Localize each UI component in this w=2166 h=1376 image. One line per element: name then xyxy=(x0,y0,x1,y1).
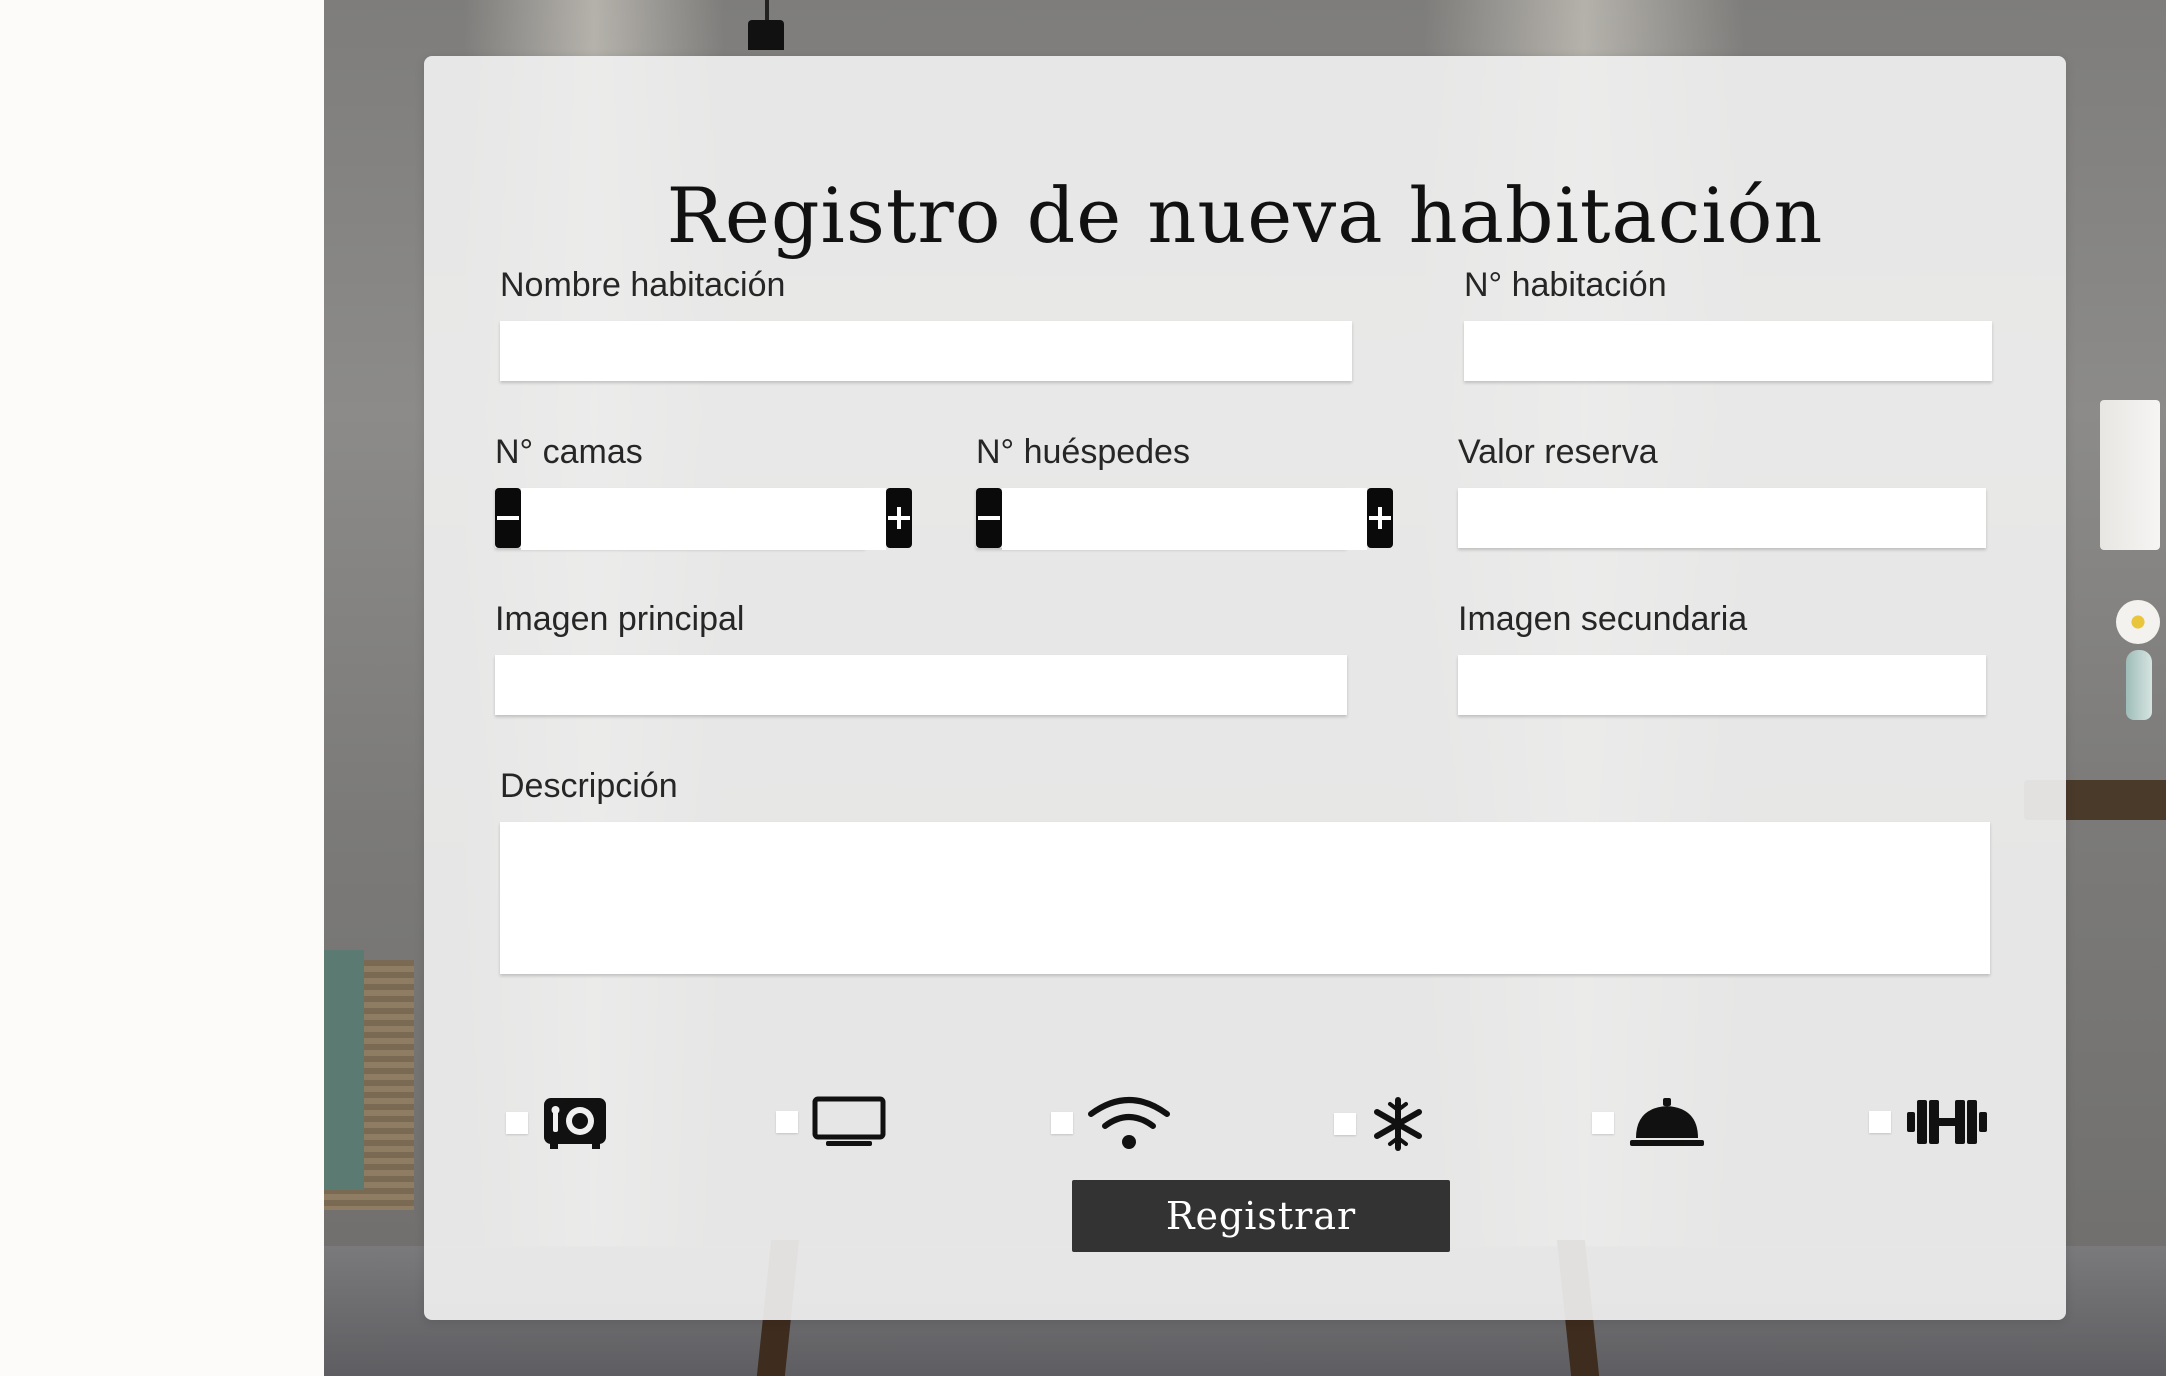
plus-icon xyxy=(1369,507,1391,529)
dumbbell-icon xyxy=(1907,1100,1987,1144)
register-button[interactable]: Registrar xyxy=(1072,1180,1450,1252)
beds-stepper xyxy=(495,488,912,550)
tv-icon xyxy=(812,1096,886,1146)
room-number-input[interactable] xyxy=(1464,321,1992,381)
beds-increment-button[interactable] xyxy=(886,488,912,548)
secondary-image-input[interactable] xyxy=(1458,655,1986,715)
amenity-gym-checkbox[interactable] xyxy=(1869,1111,1891,1133)
main-image-input[interactable] xyxy=(495,655,1347,715)
amenity-safe-checkbox[interactable] xyxy=(506,1112,528,1134)
amenity-room-service xyxy=(1592,1096,1706,1150)
amenity-tv xyxy=(776,1096,886,1148)
service-bell-icon xyxy=(1630,1098,1704,1146)
price-input[interactable] xyxy=(1458,488,1986,548)
amenity-air-conditioning xyxy=(1334,1096,1426,1152)
form-title: Registro de nueva habitación xyxy=(666,171,1824,260)
amenity-room-service-checkbox[interactable] xyxy=(1592,1112,1614,1134)
minus-icon xyxy=(978,516,1000,520)
room-registration-form: Registro de nueva habitación Nombre habi… xyxy=(424,56,2066,1320)
guests-stepper xyxy=(976,488,1393,550)
lamp-fixture xyxy=(748,20,784,50)
wifi-icon xyxy=(1088,1097,1170,1149)
snowflake-icon xyxy=(1374,1097,1422,1151)
room-name-label: Nombre habitación xyxy=(500,266,786,304)
amenity-wifi xyxy=(1051,1096,1171,1150)
amenity-ac-checkbox[interactable] xyxy=(1334,1113,1356,1135)
amenity-wifi-checkbox[interactable] xyxy=(1051,1112,1073,1134)
guests-increment-button[interactable] xyxy=(1367,488,1393,548)
beds-decrement-button[interactable] xyxy=(495,488,521,548)
secondary-image-label: Imagen secundaria xyxy=(1458,600,1748,638)
main-image-label: Imagen principal xyxy=(495,600,745,638)
safe-icon xyxy=(544,1098,606,1149)
left-blank-panel xyxy=(0,0,324,1376)
flower-vase xyxy=(2116,600,2166,720)
amenity-gym xyxy=(1869,1096,1989,1148)
lamp-shade xyxy=(2100,400,2160,550)
room-name-input[interactable] xyxy=(500,321,1352,381)
beds-label: N° camas xyxy=(495,433,643,471)
minus-icon xyxy=(497,516,519,520)
amenity-tv-checkbox[interactable] xyxy=(776,1111,798,1133)
price-label: Valor reserva xyxy=(1458,433,1658,471)
beds-input[interactable] xyxy=(521,488,886,550)
amenity-safe xyxy=(506,1096,608,1150)
room-number-label: N° habitación xyxy=(1464,266,1667,304)
throw-blanket xyxy=(324,950,364,1190)
guests-label: N° huéspedes xyxy=(976,433,1190,471)
description-textarea[interactable] xyxy=(500,822,1990,974)
description-label: Descripción xyxy=(500,767,678,805)
plus-icon xyxy=(888,507,910,529)
guests-decrement-button[interactable] xyxy=(976,488,1002,548)
guests-input[interactable] xyxy=(1002,488,1367,550)
